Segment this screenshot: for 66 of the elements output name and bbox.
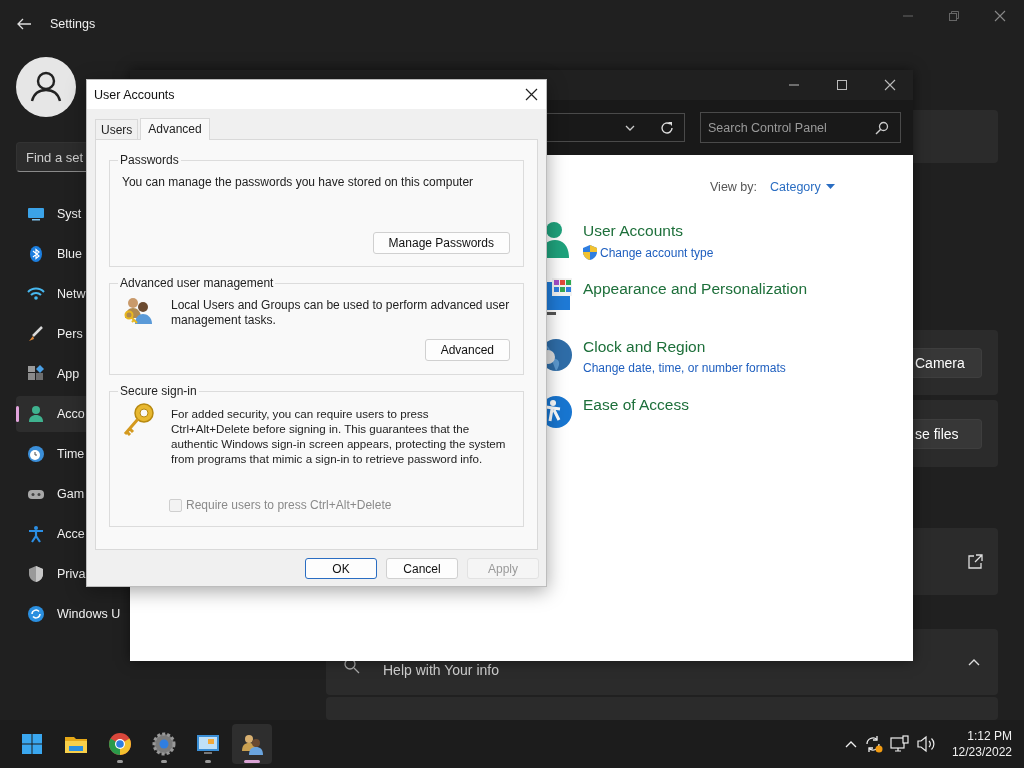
window-title: Settings xyxy=(50,17,96,31)
category-link[interactable]: Appearance and Personalization xyxy=(583,280,808,298)
nav-item[interactable]: Pers xyxy=(16,316,130,352)
description-text: Local Users and Groups can be used to perform advanced user management tasks. xyxy=(171,298,510,329)
close-icon[interactable] xyxy=(525,88,538,101)
category-link[interactable]: User Accounts xyxy=(583,222,714,240)
category-link[interactable]: Clock and Region xyxy=(583,338,786,356)
search-icon xyxy=(875,121,889,135)
close-icon[interactable] xyxy=(884,79,896,91)
nav-item[interactable]: Priva xyxy=(16,556,130,592)
nav-item[interactable]: Syst xyxy=(16,196,130,232)
card-button[interactable]: se files xyxy=(913,418,982,449)
section-title: Help with Your info xyxy=(383,662,499,678)
shield-icon xyxy=(27,565,45,583)
search-field[interactable]: Search Control Panel xyxy=(700,112,901,143)
clock-date[interactable]: 12/23/2022 xyxy=(951,744,1012,760)
users-icon xyxy=(240,732,264,756)
shield-icon xyxy=(583,245,597,260)
clock-icon xyxy=(27,445,45,463)
description-text: You can manage the passwords you have stored on this computer xyxy=(122,175,475,190)
avatar xyxy=(16,57,76,117)
nav-item[interactable]: Acce xyxy=(16,516,130,552)
task-link[interactable]: Change account type xyxy=(600,245,714,260)
maximize-icon[interactable] xyxy=(836,79,848,91)
nav-item[interactable]: Time xyxy=(16,436,130,472)
tab[interactable]: Users xyxy=(95,119,139,139)
task-link[interactable]: Change date, time, or number formats xyxy=(583,361,786,375)
window-title: User Accounts xyxy=(94,87,175,102)
group-title: Secure sign-in xyxy=(119,384,198,398)
category-link[interactable]: Ease of Access xyxy=(583,396,689,414)
view-by-dropdown[interactable]: Category xyxy=(770,180,835,194)
card-button[interactable]: Camera xyxy=(913,347,982,378)
nav-item[interactable]: Blue xyxy=(16,236,130,272)
clock-time[interactable]: 1:12 PM xyxy=(967,728,1012,744)
brush-icon xyxy=(27,325,45,343)
tab[interactable]: Advanced xyxy=(140,118,210,140)
bluetooth-icon xyxy=(27,245,45,263)
control-panel-icon xyxy=(196,732,220,756)
nav-item[interactable]: Gam xyxy=(16,476,130,512)
description-text: For added security, you can require users to press Ctrl+Alt+Delete before signing in. This guarantees that the authentic Windows sign-in screen appears, protecting the system from programs that mimic a sign-in to retrieve password info. xyxy=(171,406,507,466)
sync-icon xyxy=(27,605,45,623)
group-title: Advanced user management xyxy=(119,276,275,290)
key-icon xyxy=(122,402,156,438)
browser-icon xyxy=(108,732,132,756)
dialog-button[interactable]: OK xyxy=(305,558,377,579)
monitor-icon xyxy=(27,205,45,223)
caret-icon xyxy=(825,184,835,190)
sync-icon[interactable] xyxy=(863,735,884,753)
person-icon xyxy=(27,405,45,423)
group-button[interactable]: Manage Passwords xyxy=(372,232,510,254)
start-icon xyxy=(20,732,44,756)
apps-icon xyxy=(27,365,45,383)
group-button[interactable]: Advanced xyxy=(424,339,510,361)
group-title: Passwords xyxy=(119,153,180,167)
taskbar-app[interactable] xyxy=(232,724,272,764)
volume-icon[interactable] xyxy=(915,735,936,753)
back-icon[interactable] xyxy=(16,16,32,32)
accessibility-icon xyxy=(27,525,45,543)
network-icon[interactable] xyxy=(889,735,910,753)
gear-icon xyxy=(152,732,176,756)
dialog-button[interactable]: Cancel xyxy=(386,558,458,579)
nav-item[interactable]: Windows U xyxy=(16,596,130,632)
external-link-icon[interactable] xyxy=(967,553,983,570)
refresh-icon[interactable] xyxy=(660,120,674,135)
wifi-icon xyxy=(27,285,45,303)
view-by-label: View by: xyxy=(710,180,757,194)
